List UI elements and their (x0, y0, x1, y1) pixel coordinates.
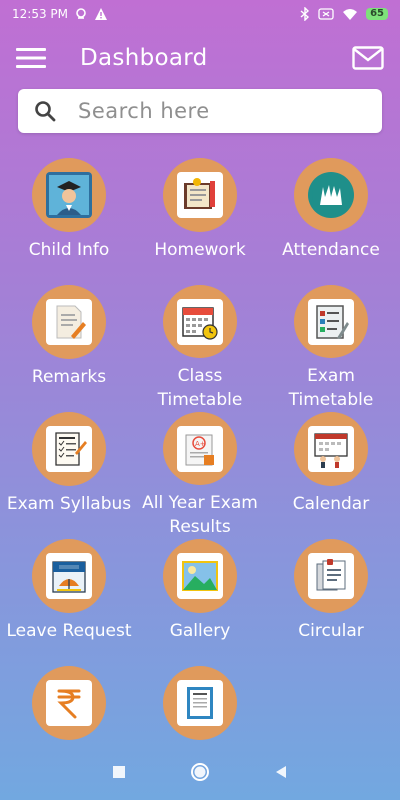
tile-label: Remarks (31, 367, 107, 387)
battery-level: 65 (366, 8, 388, 20)
search-placeholder: Search here (78, 99, 210, 123)
search-input[interactable]: Search here (18, 89, 382, 133)
calendar-icon (314, 433, 348, 468)
homework-icon (184, 178, 215, 209)
tile-remarks[interactable]: Remarks (4, 285, 134, 412)
notification-icon (76, 8, 86, 19)
tile-icon-circle (294, 412, 368, 486)
tile-icon-circle (294, 158, 368, 232)
tile-label: Exam Syllabus (6, 494, 132, 514)
tile-label: Attendance (282, 240, 380, 260)
tile-icon-circle (294, 539, 368, 613)
back-icon[interactable] (273, 764, 289, 780)
tile-icon-circle (32, 412, 106, 486)
mail-icon[interactable] (352, 46, 384, 70)
bluetooth-icon (300, 7, 310, 21)
tile-class-timetable[interactable]: Class Timetable (135, 285, 265, 412)
tile-fees[interactable] (4, 666, 134, 740)
dashboard-grid: Child Info Homework Attendance Remarks C… (4, 158, 396, 740)
tile-child-info[interactable]: Child Info (4, 158, 134, 285)
exam-syllabus-icon (55, 432, 87, 466)
exam-results-icon: A+ (185, 434, 214, 465)
tile-icon-circle (32, 158, 106, 232)
tile-icon-circle: A+ (163, 412, 237, 485)
tile-label: Circular (298, 621, 364, 641)
wifi-icon (343, 9, 358, 20)
tile-circular[interactable]: Circular (266, 539, 396, 666)
status-time: 12:53 PM (12, 7, 68, 21)
receipt-icon (187, 687, 213, 719)
tile-icon-circle (32, 285, 106, 359)
tile-leave-request[interactable]: Leave Request (4, 539, 134, 666)
menu-icon[interactable] (16, 47, 46, 69)
tile-icon-circle (163, 285, 237, 358)
svg-text:A+: A+ (195, 440, 206, 448)
attendance-icon (312, 176, 350, 214)
tile-attendance[interactable]: Attendance (266, 158, 396, 285)
tile-label: Homework (154, 240, 246, 260)
remarks-icon (56, 305, 86, 339)
tile-icon-circle (163, 666, 237, 740)
recent-apps-icon[interactable] (111, 764, 127, 780)
search-icon (35, 101, 56, 122)
tile-icon-circle (163, 158, 237, 232)
fees-icon (57, 689, 81, 719)
exam-timetable-icon (316, 304, 349, 339)
tile-exam-timetable[interactable]: Exam Timetable (266, 285, 396, 412)
tile-icon-circle (163, 539, 237, 613)
tile-exam-syllabus[interactable]: Exam Syllabus (4, 412, 134, 539)
leave-icon (52, 561, 86, 593)
sim-icon (318, 8, 334, 20)
tile-label: Calendar (292, 494, 370, 514)
tile-label: Class Timetable (157, 366, 243, 410)
circular-icon (316, 559, 346, 591)
tile-label: Exam Timetable (288, 366, 374, 410)
warning-icon (95, 8, 107, 20)
student-icon (49, 175, 89, 215)
tile-gallery[interactable]: Gallery (135, 539, 265, 666)
status-bar: 12:53 PM 65 (0, 0, 400, 28)
tile-all-year-exam-results[interactable]: A+ All Year Exam Results (135, 412, 265, 539)
tile-calendar[interactable]: Calendar (266, 412, 396, 539)
tile-homework[interactable]: Homework (135, 158, 265, 285)
tile-receipt[interactable] (135, 666, 265, 740)
tile-icon-circle (294, 285, 368, 358)
app-bar: Dashboard (0, 30, 400, 86)
tile-label: Child Info (28, 240, 110, 260)
tile-label: Leave Request (6, 621, 132, 641)
tile-icon-circle (32, 666, 106, 740)
page-title: Dashboard (80, 45, 208, 71)
tile-label: Gallery (169, 621, 231, 641)
class-timetable-icon (182, 306, 218, 340)
gallery-icon (182, 561, 218, 591)
system-nav-bar (0, 744, 400, 800)
tile-label: All Year Exam Results (142, 493, 258, 537)
tile-icon-circle (32, 539, 106, 613)
home-icon[interactable] (190, 762, 210, 782)
